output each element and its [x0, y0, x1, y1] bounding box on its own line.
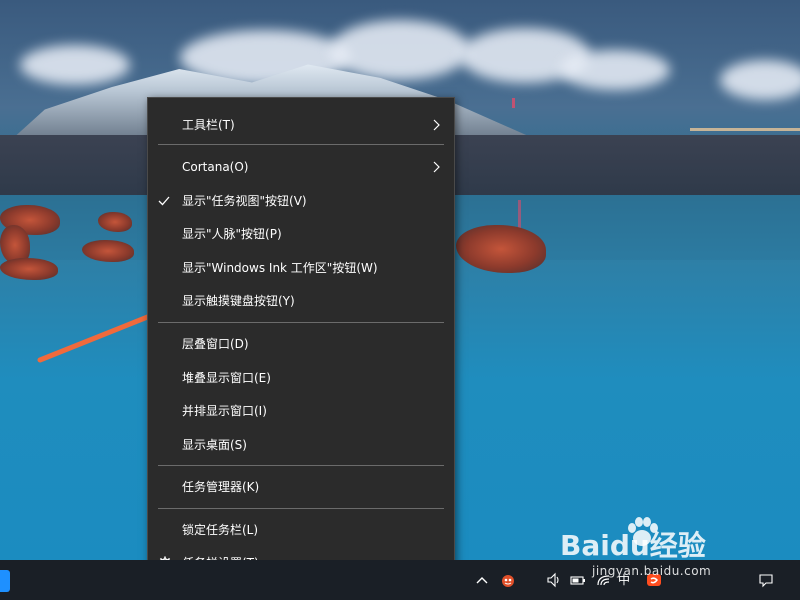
- menu-item-label: 堆叠显示窗口(E): [182, 371, 271, 385]
- menu-item-task-manager[interactable]: 任务管理器(K): [148, 472, 454, 502]
- wallpaper-cloud: [560, 50, 670, 90]
- wallpaper-reflection: [512, 98, 515, 108]
- menu-item-show-windows-ink[interactable]: 显示"Windows Ink 工作区"按钮(W): [148, 253, 454, 283]
- taskbar-app-icon[interactable]: [0, 570, 10, 592]
- wallpaper-cloud: [720, 60, 800, 100]
- menu-separator: [158, 144, 444, 145]
- chevron-right-icon: [433, 161, 440, 173]
- baidu-jingyan-watermark: Baidu经验 jingyan.baidu.com: [560, 512, 760, 592]
- watermark-url: jingyan.baidu.com: [592, 564, 712, 578]
- menu-item-label: 锁定任务栏(L): [182, 523, 259, 537]
- chevron-right-icon: [433, 119, 440, 131]
- wallpaper-rock: [98, 212, 132, 232]
- wallpaper-cloud: [20, 45, 130, 85]
- menu-separator: [158, 465, 444, 466]
- wallpaper-cloud: [330, 20, 470, 80]
- watermark-brand: Baidu经验: [560, 529, 706, 562]
- menu-item-show-people[interactable]: 显示"人脉"按钮(P): [148, 219, 454, 249]
- menu-item-show-touch-keyboard[interactable]: 显示触摸键盘按钮(Y): [148, 286, 454, 316]
- notification-icon[interactable]: [758, 572, 774, 588]
- menu-item-label: 层叠窗口(D): [182, 337, 249, 351]
- menu-item-label: Cortana(O): [182, 160, 249, 174]
- menu-item-label: 显示触摸键盘按钮(Y): [182, 294, 295, 308]
- menu-item-label: 并排显示窗口(I): [182, 404, 267, 418]
- menu-item-label: 显示"人脉"按钮(P): [182, 227, 282, 241]
- menu-item-stack-windows[interactable]: 堆叠显示窗口(E): [148, 363, 454, 393]
- taskbar-context-menu: 工具栏(T) Cortana(O) 显示"任务视图"按钮(V) 显示"人脉"按钮…: [147, 97, 455, 578]
- menu-separator: [158, 508, 444, 509]
- menu-item-label: 工具栏(T): [182, 118, 235, 132]
- menu-item-label: 任务管理器(K): [182, 480, 260, 494]
- menu-item-side-by-side-windows[interactable]: 并排显示窗口(I): [148, 396, 454, 426]
- app-tray-icon[interactable]: [500, 572, 516, 588]
- menu-item-cortana[interactable]: Cortana(O): [148, 152, 454, 182]
- wallpaper-rock: [82, 240, 134, 262]
- menu-item-show-desktop[interactable]: 显示桌面(S): [148, 430, 454, 460]
- menu-item-label: 显示"任务视图"按钮(V): [182, 194, 307, 208]
- menu-item-cascade-windows[interactable]: 层叠窗口(D): [148, 329, 454, 359]
- menu-item-toolbars[interactable]: 工具栏(T): [148, 110, 454, 140]
- checkmark-icon: [158, 196, 170, 206]
- menu-item-label: 显示桌面(S): [182, 438, 247, 452]
- desktop[interactable]: 工具栏(T) Cortana(O) 显示"任务视图"按钮(V) 显示"人脉"按钮…: [0, 0, 800, 600]
- wallpaper-lights: [690, 128, 800, 131]
- menu-item-show-task-view[interactable]: 显示"任务视图"按钮(V): [148, 186, 454, 216]
- menu-item-lock-taskbar[interactable]: 锁定任务栏(L): [148, 515, 454, 545]
- menu-separator: [158, 322, 444, 323]
- chevron-up-icon[interactable]: [474, 572, 490, 588]
- menu-item-label: 显示"Windows Ink 工作区"按钮(W): [182, 261, 378, 275]
